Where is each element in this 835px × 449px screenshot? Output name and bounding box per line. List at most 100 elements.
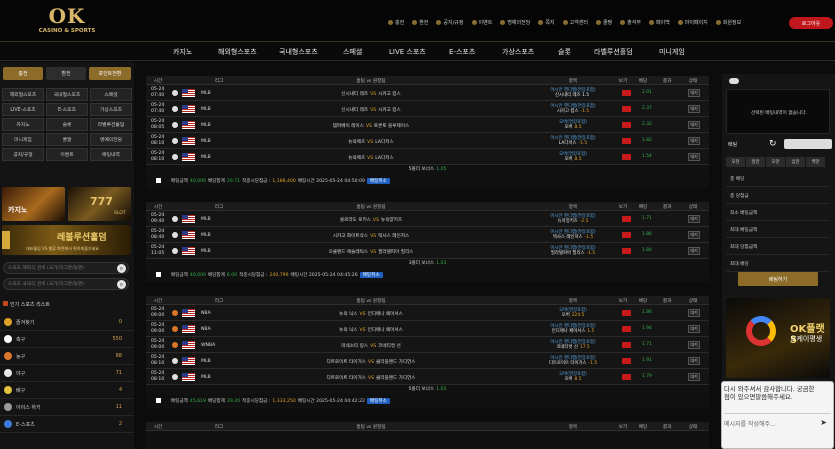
search-icon[interactable]: ⌕ (117, 264, 126, 273)
amount-tab[interactable]: 오천 (726, 157, 745, 167)
cancel-bet-button[interactable]: 배팅취소 (366, 398, 390, 404)
top-menu-item[interactable]: 마이페이지 (677, 19, 708, 26)
vs-label: VS (370, 234, 377, 239)
nav-item[interactable]: 스페셜 (343, 47, 362, 57)
menu-grid-item[interactable]: 카지노 (2, 118, 44, 131)
refresh-icon[interactable]: ↻ (769, 139, 777, 149)
nav-item[interactable]: E-스포츠 (449, 47, 475, 57)
sport-icon (4, 420, 12, 428)
amount-tab[interactable]: 백만 (806, 157, 825, 167)
menu-grid-item[interactable]: LIVE-스포츠 (2, 103, 44, 116)
withdraw-button[interactable]: 환전 (46, 67, 86, 80)
amount-tab[interactable]: 일만 (746, 157, 765, 167)
menu-grid-item[interactable]: 이벤트 (46, 148, 88, 161)
nav-item[interactable]: 국내형스포츠 (279, 47, 318, 57)
match-datetime: 05-24 09:00 (151, 323, 164, 334)
view-icon[interactable] (622, 248, 631, 254)
top-menu-item[interactable]: 환전 (412, 19, 428, 26)
baseball-icon (172, 248, 178, 254)
match-time: 08:40 (151, 234, 165, 240)
bet-amount-input[interactable] (784, 139, 832, 149)
menu-grid-item[interactable]: 스페셜 (90, 88, 132, 101)
summary-d: 배팅시간 2025-05-24 04:42:22 (297, 399, 365, 404)
cancel-bet-button[interactable]: 배팅취소 (359, 272, 383, 278)
sport-list-item[interactable]: 야구 71 (0, 365, 134, 382)
select-checkbox[interactable] (156, 398, 161, 403)
nav-item[interactable]: 해외형스포츠 (218, 47, 257, 57)
view-icon[interactable] (622, 232, 631, 238)
menu-grid-item[interactable]: 미니게임 (2, 133, 44, 146)
amount-tab[interactable]: 오만 (766, 157, 785, 167)
place-bet-button[interactable]: 배팅하기 (738, 272, 818, 286)
bet-pick: 오버 8.5 (531, 157, 615, 162)
view-icon[interactable] (622, 106, 631, 112)
menu-grid-item[interactable]: 해외형스포츠 (2, 88, 44, 101)
cancel-bet-button[interactable]: 배팅취소 (366, 178, 390, 184)
view-icon[interactable] (622, 326, 631, 332)
view-icon[interactable] (622, 310, 631, 316)
sport-list-item[interactable]: 배구 4 (0, 382, 134, 399)
basketball-icon (172, 342, 178, 348)
menu-grid-item[interactable]: 배팅내역 (90, 148, 132, 161)
top-menu-item[interactable]: 고객센터 (562, 19, 588, 26)
overseas-search-input[interactable]: 스포츠 해외식 검색 (국가/리그명/팀명) ⌕ (3, 262, 129, 274)
menu-grid-item[interactable]: 가상스포츠 (90, 103, 132, 116)
menu-grid-item[interactable]: 국내형스포츠 (46, 88, 88, 101)
search-icon[interactable]: ⌕ (117, 280, 126, 289)
logout-button[interactable]: 로그아웃 (789, 17, 833, 29)
view-icon[interactable] (622, 122, 631, 128)
bet-history-card: 시간 리그 홈팀 vs 원정팀 항목 보기 배당 결과 상태 05-24 09:40 MLB 콜로라도… (146, 202, 709, 282)
betslip-toggle[interactable] (729, 78, 739, 84)
domestic-search-input[interactable]: 스포츠 국내식 검색 (국가/리그명/팀명) ⌕ (3, 278, 129, 290)
chat-input[interactable]: 메시지를 작성해주... (724, 419, 776, 428)
nav-item[interactable]: LIVE 스포츠 (389, 47, 426, 57)
top-menu-item[interactable]: 공지/규정 (436, 19, 464, 26)
slot-promo-banner[interactable]: 777 SLOT (68, 187, 131, 221)
holdem-promo-banner[interactable]: 레볼루션홀덤 대표홀덤 VS 밸류 화면에서 편하게즐기세요 (2, 225, 131, 255)
view-icon[interactable] (622, 342, 631, 348)
casino-promo-banner[interactable]: 카지노 (2, 187, 65, 221)
view-icon[interactable] (622, 138, 631, 144)
menu-grid-item[interactable]: E-스포츠 (46, 103, 88, 116)
top-menu-item[interactable]: 쪽지 (538, 19, 555, 26)
menu-grid-item[interactable]: 명예의전당 (90, 133, 132, 146)
point-convert-button[interactable]: 포인트전환 (89, 67, 131, 80)
nav-item[interactable]: 미니게임 (659, 47, 685, 57)
deposit-button[interactable]: 충전 (3, 67, 43, 80)
top-menu-item[interactable]: 이벤트 (471, 19, 492, 26)
top-menu-item[interactable]: 페이백 (648, 19, 670, 26)
top-menu-item[interactable]: 쿨짱 (595, 19, 612, 26)
send-icon[interactable]: ➤ (820, 418, 827, 427)
menu-grid-item[interactable]: 쿨짱 (46, 133, 88, 146)
top-menu-item[interactable]: 명예의전당 (500, 19, 530, 26)
top-menu-item[interactable]: 충전 (388, 19, 404, 26)
nav-item[interactable]: 슬롯 (558, 47, 571, 57)
amount-tab[interactable]: 십만 (786, 157, 805, 167)
top-menu-item[interactable]: 출석부 (620, 19, 641, 26)
sport-list-item[interactable]: 아이스 하키 11 (0, 399, 134, 416)
sport-list-item[interactable]: 즐겨찾기 0 (0, 314, 134, 331)
match-time: 08:10 (151, 140, 165, 146)
select-checkbox[interactable] (156, 272, 161, 277)
sport-list-item[interactable]: E-스포츠 2 (0, 416, 134, 433)
view-icon[interactable] (622, 374, 631, 380)
nav-item[interactable]: 카지노 (173, 47, 192, 57)
view-icon[interactable] (622, 358, 631, 364)
menu-grid-item[interactable]: 슬롯 (46, 118, 88, 131)
select-checkbox[interactable] (156, 178, 161, 183)
bet-option: 아시안 핸디캡(연장포함) 코네티컷 선 17.5 (531, 340, 615, 350)
site-logo[interactable]: OK CASINO & SPORTS (34, 6, 100, 34)
nav-item[interactable]: 가상스포츠 (502, 47, 534, 57)
view-icon[interactable] (622, 216, 631, 222)
sport-list-item[interactable]: 농구 88 (0, 348, 134, 365)
view-icon[interactable] (622, 154, 631, 160)
match-teams: 오클랜드 애슬레틱스 VS 필라델피아 필리스 (296, 249, 446, 255)
top-menu-item[interactable]: 회원정보 (715, 19, 741, 26)
menu-grid-item[interactable]: 라벨루션홀덤 (90, 118, 132, 131)
menu-grid-item[interactable]: 공지/규정 (2, 148, 44, 161)
bet-option: 아시안 핸디캡(연장포함) 인디애나 페이서스 1.5 (531, 324, 615, 334)
nav-item[interactable]: 라벨루션홀덤 (594, 47, 633, 57)
right-promo-banner[interactable]: OK플랫5 오케이평생 (726, 298, 830, 378)
view-icon[interactable] (622, 90, 631, 96)
sport-list-item[interactable]: 축구 550 (0, 331, 134, 348)
